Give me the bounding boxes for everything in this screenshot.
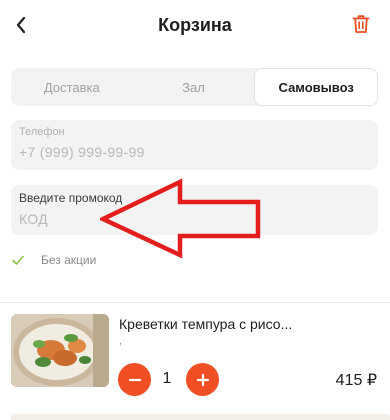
product-name[interactable]: Креветки темпура с рисо... bbox=[119, 316, 292, 332]
increase-quantity-button[interactable] bbox=[186, 363, 219, 396]
order-type-tabs: Доставка Зал Самовывоз bbox=[11, 68, 379, 106]
tab-delivery[interactable]: Доставка bbox=[11, 68, 133, 106]
product-price: 415 ₽ bbox=[335, 372, 377, 389]
promo-field[interactable]: Введите промокод КОД bbox=[11, 185, 378, 235]
quantity-value: 1 bbox=[162, 370, 172, 387]
cart-item: Креветки темпура с рисо... , 1 415 ₽ bbox=[0, 303, 390, 420]
header: Корзина bbox=[0, 0, 390, 52]
trash-icon bbox=[352, 15, 370, 33]
no-promo-option[interactable]: Без акции bbox=[11, 253, 96, 267]
clear-cart-button[interactable] bbox=[352, 14, 372, 38]
plus-icon bbox=[196, 373, 209, 386]
phone-input[interactable]: +7 (999) 999-99-99 bbox=[19, 144, 370, 160]
promo-input[interactable]: КОД bbox=[19, 211, 370, 227]
product-image bbox=[11, 314, 109, 387]
minus-icon bbox=[128, 378, 141, 381]
next-item-edge bbox=[11, 414, 390, 420]
phone-field[interactable]: Телефон +7 (999) 999-99-99 bbox=[11, 120, 378, 170]
no-promo-label: Без акции bbox=[41, 253, 97, 267]
phone-field-label: Телефон bbox=[19, 126, 65, 138]
product-options: , bbox=[119, 335, 123, 347]
tab-dine-in[interactable]: Зал bbox=[133, 68, 255, 106]
check-icon bbox=[12, 255, 24, 265]
decrease-quantity-button[interactable] bbox=[118, 363, 151, 396]
promo-field-label: Введите промокод bbox=[19, 191, 123, 205]
page-title: Корзина bbox=[158, 15, 232, 35]
tab-pickup[interactable]: Самовывоз bbox=[254, 68, 379, 106]
